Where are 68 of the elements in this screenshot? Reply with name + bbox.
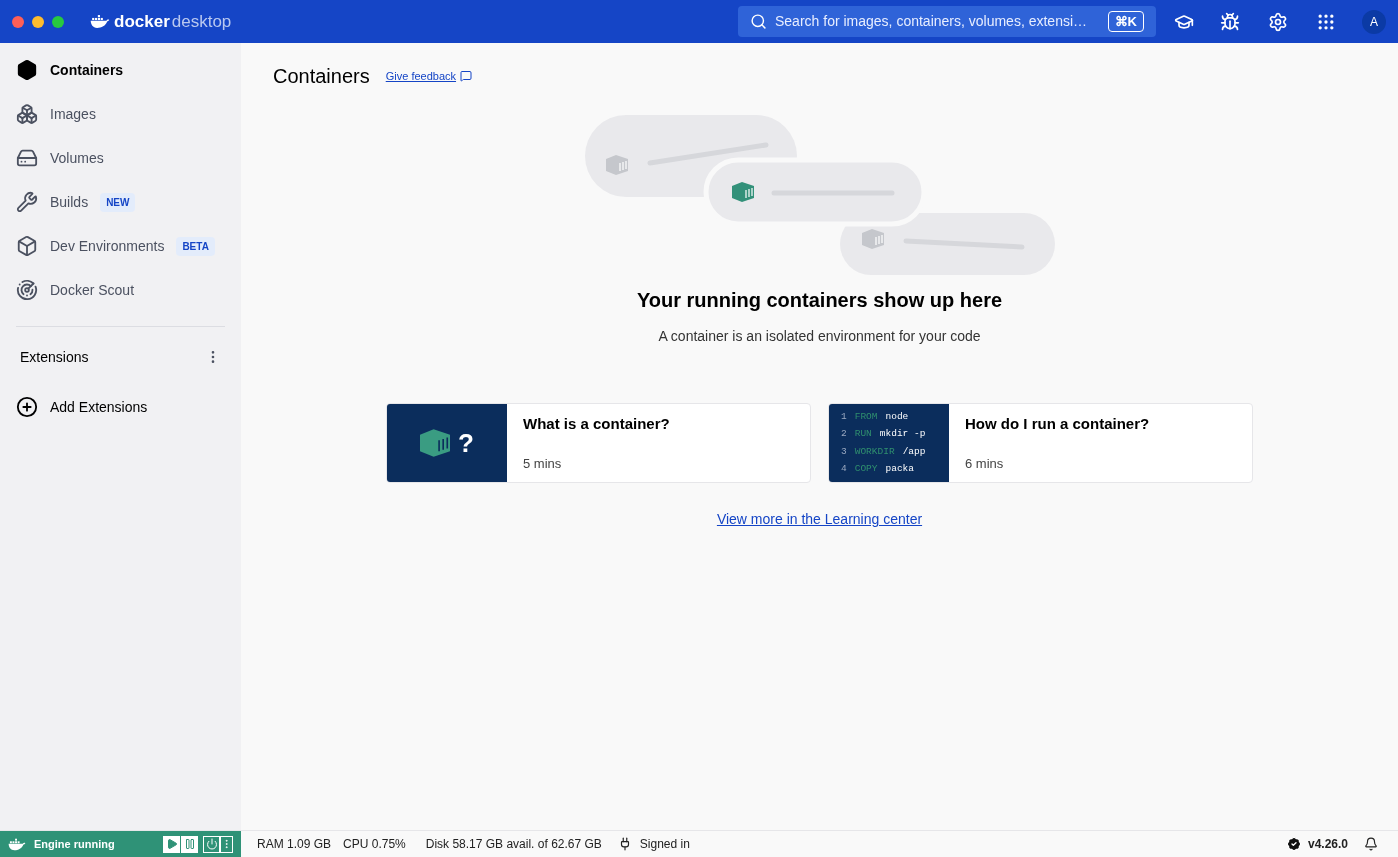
empty-state-subtitle: A container is an isolated environment for your code (657, 327, 982, 346)
card-title: How do I run a container? (965, 414, 1150, 434)
bug-icon[interactable] (1220, 11, 1240, 32)
notification-bell-icon[interactable] (1364, 837, 1378, 851)
pause-button[interactable] (181, 835, 198, 853)
add-icon (16, 396, 38, 418)
line-number: 3 (841, 444, 847, 459)
version-text: v4.26.0 (1307, 836, 1348, 853)
sidebar-item[interactable]: Docker Scout (8, 268, 233, 312)
engine-status-text: Engine running (34, 836, 116, 852)
code-keyword: COPY (854, 461, 878, 476)
box-icon (16, 235, 38, 257)
drive-icon (16, 147, 38, 169)
more-button[interactable] (220, 835, 233, 853)
code-text: mkdir -p (879, 427, 926, 442)
sidebar-item[interactable]: Volumes (8, 136, 233, 180)
disk-usage: Disk 58.17 GB avail. of 62.67 GB (425, 836, 602, 853)
signed-in-status: Signed in (639, 836, 690, 853)
card-duration: 6 mins (965, 454, 1005, 473)
check-badge-icon (1285, 836, 1302, 852)
code-text: node (885, 410, 909, 424)
logo-suffix-text: desktop (171, 10, 232, 33)
sidebar-item[interactable]: Builds NEW (8, 180, 233, 224)
add-extensions-item[interactable]: Add Extensions (8, 385, 233, 429)
search-field[interactable]: Search for images, containers, volumes, extensi… ⌘K (738, 6, 1156, 37)
feedback-link[interactable]: Give feedback (385, 67, 473, 85)
code-text: /app (902, 444, 926, 459)
card-duration: 5 mins (523, 454, 563, 473)
radar-icon (16, 279, 38, 301)
shortcut-key: ⌘K (1107, 10, 1144, 33)
learning-center-link[interactable]: View more in the Learning center (716, 509, 923, 530)
extensions-heading: Extensions (20, 347, 89, 367)
line-number: 4 (841, 461, 847, 476)
code-keyword: FROM (854, 410, 878, 424)
container-icon (420, 429, 451, 457)
empty-state-title: Your running containers show up here (635, 288, 1004, 313)
sidebar-item[interactable]: Containers (8, 48, 233, 92)
boxes-icon (16, 103, 38, 125)
sidebar-item[interactable]: Dev Environments BETA (8, 224, 233, 268)
page-title: Containers (273, 64, 370, 89)
question-mark-text: ? (458, 426, 474, 460)
settings-icon[interactable] (1268, 11, 1288, 32)
line-number: 1 (841, 410, 847, 424)
line-number: 2 (841, 427, 847, 442)
wrench-icon (16, 191, 38, 213)
cpu-usage: CPU 0.75% (343, 836, 406, 853)
code-keyword: RUN (854, 427, 872, 442)
sidebar-badge: NEW (100, 192, 136, 212)
logo-text: docker (114, 10, 170, 33)
pause-icon (183, 838, 196, 850)
whale-logo-icon (90, 14, 110, 29)
container-icon (16, 59, 38, 81)
play-button[interactable] (163, 835, 180, 853)
play-icon (165, 838, 178, 850)
card-title: What is a container? (523, 414, 670, 434)
learning-card[interactable]: ? What is a container? 5 mins (386, 403, 811, 483)
search-icon (750, 13, 767, 30)
avatar[interactable]: A (1362, 9, 1386, 34)
ram-usage: RAM 1.09 GB (257, 836, 332, 853)
whale-icon (8, 837, 26, 851)
code-keyword: WORKDIR (854, 444, 895, 459)
learning-card[interactable]: 1 FROM node 2 RUN mkdir -p 3 WORKDIR /app 4 COPY packa How do I run a container? 6 mins (828, 403, 1253, 483)
code-text: packa (885, 461, 915, 476)
sidebar-badge: BETA (176, 236, 215, 256)
power-button[interactable] (203, 835, 220, 853)
power-icon (205, 838, 218, 850)
sidebar-item[interactable]: Images (8, 92, 233, 136)
chat-icon (460, 70, 473, 82)
